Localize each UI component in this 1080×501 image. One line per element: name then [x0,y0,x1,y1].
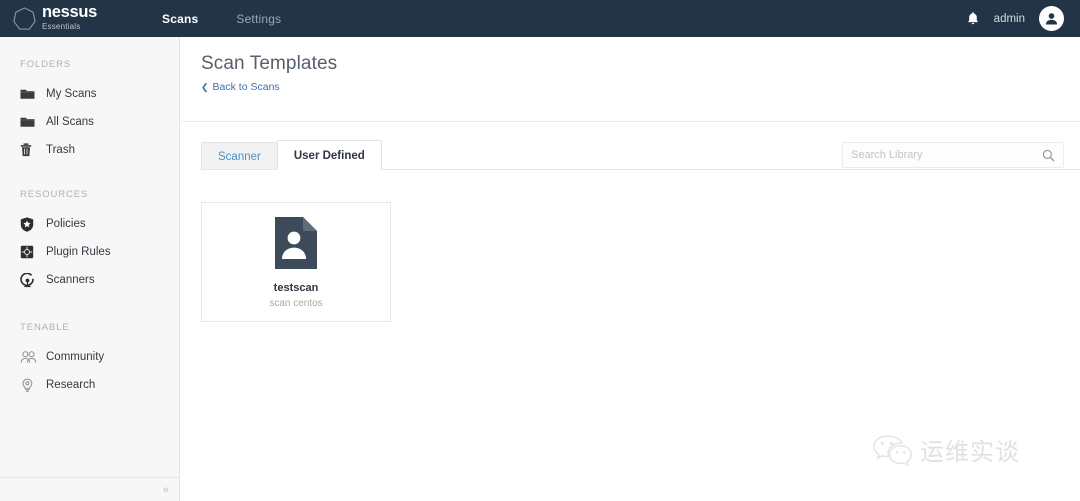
user-avatar-icon [1045,13,1058,25]
sidebar-group-label-resources: RESOURCES [20,189,89,200]
folder-icon [20,86,38,102]
top-bar-right: admin [966,6,1080,31]
lightbulb-search-icon [20,377,38,393]
brand-logo[interactable]: nessus Essentials [0,3,150,32]
search-input[interactable] [851,149,1042,161]
sidebar-collapse-button[interactable]: « [0,477,179,501]
template-card-testscan[interactable]: testscan scan centos [201,202,391,322]
sidebar-label-trash: Trash [46,144,75,156]
active-tab-underline-gap [277,169,378,171]
sidebar-item-research[interactable]: Research [0,371,179,399]
user-document-icon [275,216,317,269]
shield-star-icon [20,216,38,232]
sidebar-item-plugin-rules[interactable]: Plugin Rules [0,238,179,266]
back-to-scans-label: Back to Scans [212,81,280,93]
tab-scanner[interactable]: Scanner [201,142,278,170]
trash-icon [20,142,38,158]
brand-name: nessus [42,3,98,21]
template-grid: testscan scan centos [201,202,391,322]
top-nav: Scans Settings [162,12,281,26]
page-header: Scan Templates ❮ Back to Scans [181,37,1080,95]
sidebar-group-label-tenable: TENABLE [20,322,70,333]
brand-subtitle: Essentials [42,22,81,31]
sidebar-group-label-folders: FOLDERS [20,59,72,70]
plugin-chip-icon [20,244,38,260]
sidebar-item-scanners[interactable]: Scanners [0,266,179,294]
watermark: 运维实谈 [872,432,1020,467]
folder-icon [20,114,38,130]
top-nav-item-scans[interactable]: Scans [162,12,198,26]
sidebar-item-policies[interactable]: Policies [0,210,179,238]
top-nav-item-settings[interactable]: Settings [236,12,281,26]
sidebar-label-plugin-rules: Plugin Rules [46,246,111,258]
sidebar-label-my-scans: My Scans [46,88,97,100]
radar-icon [20,272,38,288]
sidebar-label-policies: Policies [46,218,86,230]
sidebar-label-community: Community [46,351,105,363]
template-name: testscan [273,281,319,294]
sidebar-item-community[interactable]: Community [0,343,179,371]
sidebar-item-all-scans[interactable]: All Scans [0,108,179,136]
back-to-scans-link[interactable]: ❮ Back to Scans [201,81,280,93]
search-library-box[interactable] [842,142,1064,168]
user-avatar-button[interactable] [1039,6,1064,31]
template-description: scan centos [269,297,323,309]
page-title: Scan Templates [201,53,338,74]
sidebar-label-research: Research [46,379,96,391]
wechat-icon [873,434,912,466]
user-name-label: admin [993,12,1025,25]
sidebar-item-my-scans[interactable]: My Scans [0,80,179,108]
tab-user-defined[interactable]: User Defined [276,140,382,170]
bell-icon[interactable] [966,11,980,26]
search-icon[interactable] [1042,149,1055,162]
sidebar-item-trash[interactable]: Trash [0,136,179,164]
sidebar: FOLDERS My Scans All Scans Trash RESOURC… [0,37,180,501]
sidebar-label-all-scans: All Scans [46,116,94,128]
chevron-left-icon: ❮ [201,81,209,92]
top-bar: nessus Essentials Scans Settings admin [0,0,1080,37]
header-divider [181,121,1080,122]
nessus-app-window: nessus Essentials Scans Settings admin F… [0,0,1080,501]
people-icon [20,349,38,365]
heptagon-outline-icon [13,6,36,30]
sidebar-label-scanners: Scanners [46,274,95,286]
double-chevron-left-icon: « [162,483,169,496]
watermark-text: 运维实谈 [920,438,1020,466]
